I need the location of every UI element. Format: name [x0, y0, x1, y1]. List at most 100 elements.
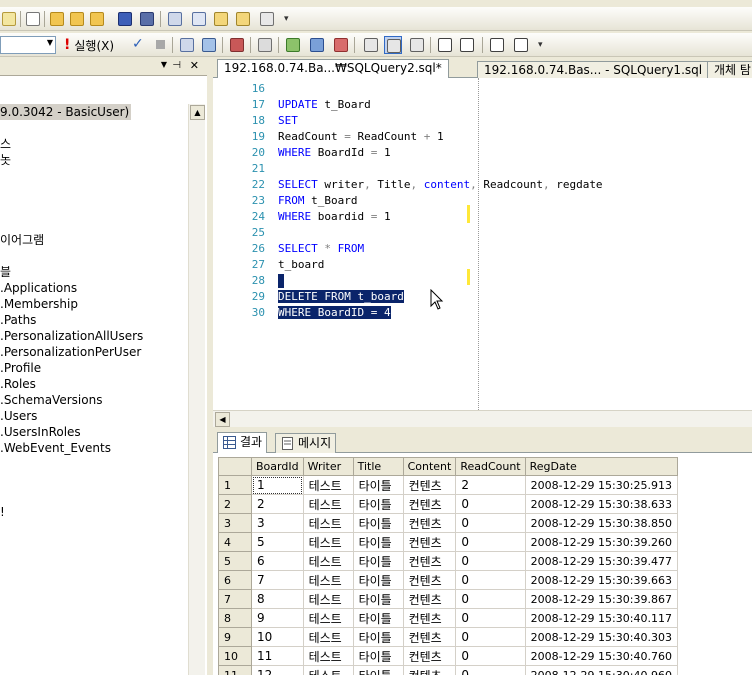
table-cell[interactable]: 컨텐츠: [403, 608, 457, 628]
row-number[interactable]: 9: [218, 627, 252, 647]
connection-icon[interactable]: [200, 36, 218, 54]
tree-item[interactable]: .Applications: [0, 280, 77, 296]
column-header[interactable]: BoardId: [251, 457, 304, 476]
table-cell[interactable]: 0: [455, 494, 526, 514]
table-row[interactable]: 6 7 테스트 타이틀 컨텐츠 0 2008-12-29 15:30:39.663: [218, 570, 678, 590]
table-cell[interactable]: 테스트: [303, 608, 354, 628]
pin-icon[interactable]: ⊣: [172, 60, 181, 71]
table-cell[interactable]: 타이틀: [353, 627, 404, 647]
row-number[interactable]: 1: [218, 475, 252, 495]
client-stats-icon[interactable]: [332, 36, 350, 54]
code-line[interactable]: 30 WHERE BoardID = 4: [213, 305, 752, 321]
parse-check-icon[interactable]: ✓: [132, 36, 144, 52]
table-cell[interactable]: 11: [251, 646, 304, 666]
table-cell[interactable]: 테스트: [303, 646, 354, 666]
results-to-text-icon[interactable]: [362, 36, 380, 54]
table-cell[interactable]: 테스트: [303, 627, 354, 647]
table-cell[interactable]: 2008-12-29 15:30:39.477: [525, 551, 678, 571]
table-cell[interactable]: 2008-12-29 15:30:25.913: [525, 475, 678, 495]
query-editor[interactable]: 16 17 UPDATE t_Board 18 SET 19 ReadCount = Rea…: [213, 78, 752, 410]
template-explorer-icon[interactable]: [212, 10, 230, 28]
table-cell[interactable]: 10: [251, 627, 304, 647]
table-cell[interactable]: 5: [251, 532, 304, 552]
table-cell[interactable]: 테스트: [303, 494, 354, 514]
horizontal-scrollbar[interactable]: ◀: [213, 410, 752, 427]
column-header[interactable]: ReadCount: [455, 457, 526, 476]
table-cell[interactable]: 0: [455, 513, 526, 533]
tab-sqlquery1[interactable]: 192.168.0.74.Bas... - SQLQuery1.sql: [477, 61, 710, 78]
table-row[interactable]: 7 8 테스트 타이틀 컨텐츠 0 2008-12-29 15:30:39.867: [218, 589, 678, 609]
open-project-icon[interactable]: [88, 10, 106, 28]
table-row[interactable]: 8 9 테스트 타이틀 컨텐츠 0 2008-12-29 15:30:40.117: [218, 608, 678, 628]
solution-explorer-icon[interactable]: [234, 10, 252, 28]
tree-item[interactable]: .Profile: [0, 360, 41, 376]
table-cell[interactable]: 0: [455, 551, 526, 571]
table-cell[interactable]: 타이틀: [353, 532, 404, 552]
query-options-icon[interactable]: [284, 36, 302, 54]
results-grid[interactable]: BoardId Writer Title Content ReadCount RegDat…: [213, 453, 752, 675]
design-query-icon[interactable]: [228, 36, 246, 54]
table-cell[interactable]: 컨텐츠: [403, 494, 457, 514]
table-cell[interactable]: 2: [251, 494, 304, 514]
table-cell[interactable]: 0: [455, 608, 526, 628]
code-line[interactable]: 18 SET: [213, 113, 752, 129]
display-plan-icon[interactable]: [256, 36, 274, 54]
table-cell[interactable]: 테스트: [303, 570, 354, 590]
table-cell[interactable]: 2008-12-29 15:30:40.303: [525, 627, 678, 647]
table-cell[interactable]: 2008-12-29 15:30:40.960: [525, 665, 678, 675]
table-row[interactable]: 10 11 테스트 타이틀 컨텐츠 0 2008-12-29 15:30:40.760: [218, 646, 678, 666]
execute-button[interactable]: ! 실행(X): [64, 37, 114, 53]
table-cell[interactable]: 9: [251, 608, 304, 628]
table-cell[interactable]: 컨텐츠: [403, 513, 457, 533]
tree-item[interactable]: 이어그램: [0, 232, 44, 248]
code-line[interactable]: 16: [213, 81, 752, 97]
table-cell[interactable]: 2008-12-29 15:30:40.117: [525, 608, 678, 628]
table-cell[interactable]: 0: [455, 570, 526, 590]
table-cell[interactable]: 7: [251, 570, 304, 590]
table-cell[interactable]: 컨텐츠: [403, 589, 457, 609]
table-row[interactable]: 9 10 테스트 타이틀 컨텐츠 0 2008-12-29 15:30:40.303: [218, 627, 678, 647]
row-number[interactable]: 3: [218, 513, 252, 533]
open-folder-icon[interactable]: [48, 10, 66, 28]
table-cell[interactable]: 테스트: [303, 551, 354, 571]
save-icon[interactable]: [116, 10, 134, 28]
chevron-down-icon[interactable]: ▼: [161, 60, 167, 69]
table-cell[interactable]: 컨텐츠: [403, 475, 457, 495]
code-line[interactable]: 19 ReadCount = ReadCount + 1: [213, 129, 752, 145]
table-cell[interactable]: 컨텐츠: [403, 646, 457, 666]
tree-item[interactable]: .SchemaVersions: [0, 392, 102, 408]
code-line[interactable]: 22 SELECT writer, Title, content, Readcou…: [213, 177, 752, 193]
tree-item[interactable]: .Membership: [0, 296, 78, 312]
tab-results[interactable]: 결과: [217, 432, 268, 453]
database-dropdown[interactable]: ▼: [0, 36, 56, 54]
code-line[interactable]: 27 t_board: [213, 257, 752, 273]
tab-messages[interactable]: 메시지: [275, 433, 337, 453]
results-to-file-icon[interactable]: [408, 36, 426, 54]
table-row[interactable]: 4 5 테스트 타이틀 컨텐츠 0 2008-12-29 15:30:39.260: [218, 532, 678, 552]
table-cell[interactable]: 0: [455, 646, 526, 666]
table-cell[interactable]: 2008-12-29 15:30:39.867: [525, 589, 678, 609]
table-cell[interactable]: 타이틀: [353, 494, 404, 514]
table-cell[interactable]: 0: [455, 627, 526, 647]
table-cell[interactable]: 2: [455, 475, 526, 495]
results-to-grid-icon[interactable]: [384, 36, 402, 54]
table-cell[interactable]: 2008-12-29 15:30:38.850: [525, 513, 678, 533]
tree-item[interactable]: !: [0, 504, 5, 520]
code-line[interactable]: 17 UPDATE t_Board: [213, 97, 752, 113]
table-cell[interactable]: 테스트: [303, 665, 354, 675]
registered-servers-icon[interactable]: [166, 10, 184, 28]
table-cell[interactable]: 타이틀: [353, 589, 404, 609]
comment-icon[interactable]: [436, 36, 454, 54]
scroll-up-icon[interactable]: ▲: [190, 105, 205, 120]
table-cell[interactable]: 2008-12-29 15:30:40.760: [525, 646, 678, 666]
table-cell[interactable]: 타이틀: [353, 665, 404, 675]
object-explorer-icon[interactable]: [190, 10, 208, 28]
vertical-scrollbar[interactable]: ▲: [188, 104, 205, 675]
table-cell[interactable]: 테스트: [303, 475, 354, 495]
tree-item[interactable]: .UsersInRoles: [0, 424, 81, 440]
close-icon[interactable]: ✕: [190, 59, 199, 72]
column-header[interactable]: Title: [352, 457, 404, 476]
include-plan-icon[interactable]: [308, 36, 326, 54]
table-cell[interactable]: 0: [455, 589, 526, 609]
table-cell[interactable]: 타이틀: [353, 608, 404, 628]
